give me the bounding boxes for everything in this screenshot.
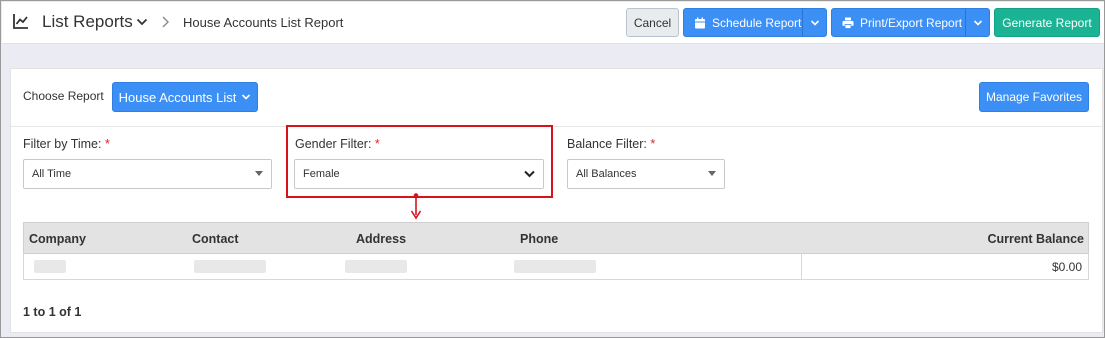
- calendar-icon: [695, 17, 705, 28]
- breadcrumb: House Accounts List Report: [183, 15, 344, 30]
- manage-favorites-button[interactable]: Manage Favorites: [979, 82, 1089, 112]
- top-bar: List Reports House Accounts List Report …: [2, 2, 1104, 44]
- balance-filter-select[interactable]: All Balances: [567, 159, 725, 189]
- report-select-label: House Accounts List: [118, 89, 237, 105]
- column-header-company[interactable]: Company: [29, 232, 86, 246]
- table-header: Company Contact Address Phone Current Ba…: [23, 222, 1089, 254]
- redacted-phone: [514, 260, 596, 273]
- schedule-report-button[interactable]: Schedule Report: [683, 8, 827, 37]
- column-header-phone[interactable]: Phone: [520, 232, 558, 246]
- chevron-down-icon: [810, 19, 819, 26]
- chevron-down-icon: [973, 19, 982, 26]
- column-header-contact[interactable]: Contact: [192, 232, 239, 246]
- chart-line-icon: [13, 14, 28, 29]
- arrow-down-icon: [410, 193, 422, 220]
- redacted-contact: [194, 260, 266, 273]
- report-select-button[interactable]: House Accounts List: [112, 82, 258, 112]
- redacted-company: [34, 260, 66, 273]
- chevron-down-icon: [242, 94, 251, 100]
- caret-down-icon: [255, 171, 263, 176]
- report-panel: Choose Report House Accounts List Manage…: [10, 68, 1103, 333]
- time-filter-label: Filter by Time: *: [23, 137, 110, 151]
- schedule-report-label: Schedule Report: [712, 15, 802, 30]
- time-filter-select[interactable]: All Time: [23, 159, 272, 189]
- app-window: List Reports House Accounts List Report …: [0, 0, 1105, 338]
- balance-filter-label: Balance Filter: *: [567, 137, 656, 151]
- redacted-address: [345, 260, 407, 273]
- chevron-down-icon[interactable]: [136, 17, 148, 27]
- cell-divider: [801, 254, 802, 279]
- caret-down-icon: [708, 171, 716, 176]
- page-title[interactable]: List Reports: [42, 12, 133, 32]
- pagination-summary: 1 to 1 of 1: [23, 305, 82, 319]
- highlight-box: [286, 125, 553, 198]
- column-header-current-balance[interactable]: Current Balance: [987, 232, 1084, 246]
- generate-report-button[interactable]: Generate Report: [994, 8, 1100, 37]
- choose-report-label: Choose Report: [23, 89, 104, 103]
- print-export-label: Print/Export Report: [860, 15, 963, 30]
- printer-icon: [842, 17, 854, 29]
- table-row[interactable]: $0.00: [23, 254, 1089, 280]
- current-balance-cell: $0.00: [1051, 260, 1082, 274]
- balance-filter-value: All Balances: [576, 168, 637, 180]
- schedule-dropdown-toggle[interactable]: [802, 9, 826, 36]
- time-filter-value: All Time: [32, 168, 72, 180]
- cancel-button[interactable]: Cancel: [626, 8, 679, 37]
- print-export-button[interactable]: Print/Export Report: [831, 8, 990, 37]
- print-dropdown-toggle[interactable]: [965, 9, 989, 36]
- column-header-address[interactable]: Address: [356, 232, 406, 246]
- divider: [11, 126, 1102, 127]
- chevron-right-icon: [162, 16, 169, 28]
